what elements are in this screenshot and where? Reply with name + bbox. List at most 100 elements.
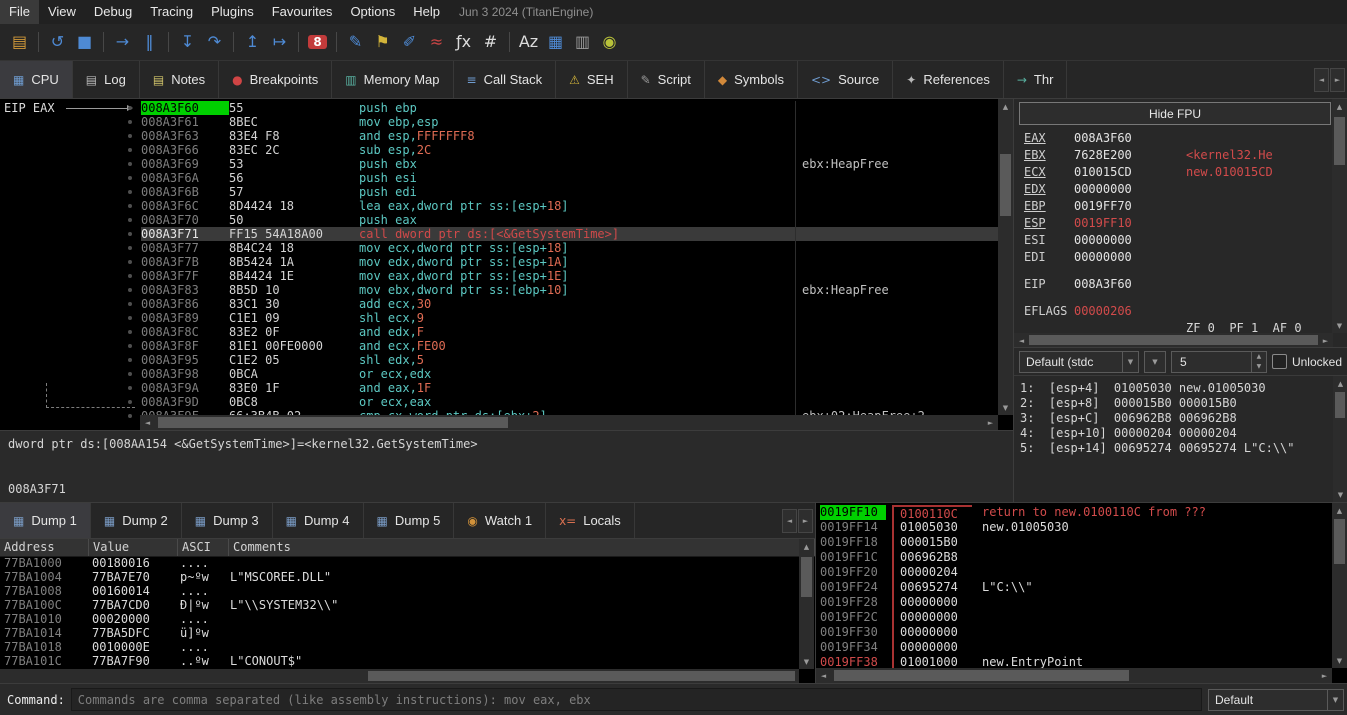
scroll-left-icon[interactable] — [145, 419, 150, 427]
disasm-row[interactable]: 008A3F77 8B4C24 18 mov ecx,dword ptr ss:… — [105, 241, 998, 255]
breakpoint-gutter-dot[interactable] — [105, 269, 141, 283]
register-row[interactable]: EBX 7628E200 <kernel32.He — [1024, 147, 1347, 164]
stack-row[interactable]: 0019FF10 0100110C return to new.0100110C… — [820, 505, 1332, 520]
tab-memory-map[interactable]: ▥ Memory Map — [332, 61, 453, 98]
stack-row[interactable]: 0019FF1C 006962B8 — [820, 550, 1332, 565]
tab-seh[interactable]: ⚠ SEH — [556, 61, 628, 98]
breakpoint-gutter-dot[interactable] — [105, 311, 141, 325]
tab-references[interactable]: ✦ References — [893, 61, 1004, 98]
argument-row[interactable]: 1: [esp+4] 01005030 new.01005030 — [1020, 381, 1347, 396]
open-file-icon[interactable]: ▤ — [6, 29, 33, 55]
dump-row[interactable]: 77BA101C 77BA7F90 ..ºw L"CONOUT$" — [0, 654, 799, 668]
register-row[interactable]: EDI 00000000 — [1024, 249, 1347, 266]
secondary-dropdown[interactable] — [1144, 351, 1166, 373]
disasm-row[interactable]: 008A3F9D 0BC8 or ecx,eax — [105, 395, 998, 409]
tab-watch-1[interactable]: ◉ Watch 1 — [454, 503, 546, 538]
stack-pane[interactable]: 0019FF10 0100110C return to new.0100110C… — [816, 503, 1347, 683]
menu-item[interactable]: File — [0, 0, 39, 24]
argument-count-spinner[interactable]: 5 — [1171, 351, 1267, 373]
disasm-row[interactable]: 008A3F61 8BEC mov ebp,esp — [105, 115, 998, 129]
breakpoint-gutter-dot[interactable] — [105, 241, 141, 255]
command-input[interactable] — [71, 688, 1202, 711]
menu-item[interactable]: View — [39, 0, 85, 24]
tab-dump-2[interactable]: ▦ Dump 2 — [91, 503, 182, 538]
breakpoint-gutter-dot[interactable] — [105, 129, 141, 143]
disasm-row[interactable]: 008A3F69 53 push ebx ebx:HeapFree — [105, 157, 998, 171]
scroll-up-icon[interactable] — [1337, 103, 1342, 111]
tab-breakpoints[interactable]: ● Breakpoints — [219, 61, 332, 98]
breakpoint-gutter-dot[interactable] — [105, 213, 141, 227]
breakpoint-gutter-dot[interactable] — [105, 255, 141, 269]
stack-row[interactable]: 0019FF34 00000000 — [820, 640, 1332, 655]
disasm-row[interactable]: 008A3F9A 83E0 1F and eax,1F — [105, 381, 998, 395]
breakpoint-gutter-dot[interactable] — [105, 395, 141, 409]
scroll-up-icon[interactable] — [1003, 103, 1008, 111]
disasm-row[interactable]: 008A3F89 C1E1 09 shl ecx,9 — [105, 311, 998, 325]
breakpoint-gutter-dot[interactable] — [105, 367, 141, 381]
breakpoint-gutter-dot[interactable] — [105, 381, 141, 395]
register-row[interactable] — [1024, 266, 1347, 276]
restart-icon[interactable]: ↺ — [44, 29, 71, 55]
scroll-down-icon[interactable] — [804, 658, 809, 666]
disasm-row[interactable]: 008A3F8C 83E2 0F and edx,F — [105, 325, 998, 339]
dump-vertical-scrollbar[interactable] — [799, 539, 814, 669]
command-profile-dropdown[interactable]: Default — [1208, 689, 1344, 711]
breakpoint-gutter-dot[interactable] — [105, 143, 141, 157]
tab-dump-1[interactable]: ▦ Dump 1 — [0, 503, 91, 538]
scroll-right-icon[interactable] — [798, 509, 813, 533]
scroll-left-icon[interactable] — [782, 509, 797, 533]
breakpoint-gutter-dot[interactable] — [105, 101, 141, 115]
register-row[interactable]: ESP 0019FF10 — [1024, 215, 1347, 232]
scroll-left-icon[interactable] — [1314, 68, 1329, 92]
int3-breakpoint-icon[interactable]: 8 — [304, 29, 331, 55]
tab-script[interactable]: ✎ Script — [628, 61, 705, 98]
favourites-icon[interactable]: ◉ — [596, 29, 623, 55]
scrollbar-thumb[interactable] — [834, 670, 1129, 681]
scroll-left-icon[interactable] — [1019, 337, 1024, 345]
spin-down-icon[interactable] — [1252, 362, 1266, 372]
assemble-icon[interactable]: ✎ — [342, 29, 369, 55]
spin-up-icon[interactable] — [1252, 352, 1266, 362]
pause-icon[interactable]: ‖ — [136, 29, 163, 55]
disasm-row[interactable]: 008A3F95 C1E2 05 shl edx,5 — [105, 353, 998, 367]
scroll-right-icon[interactable] — [1322, 672, 1327, 680]
disassembly-pane[interactable]: EIP EAX 008A3F60 55 push ebp — [0, 99, 1013, 430]
dump-horizontal-scrollbar[interactable] — [0, 669, 799, 683]
dump-row[interactable]: 77BA1000 00180016 .... — [0, 556, 799, 570]
register-row[interactable] — [1024, 293, 1347, 303]
tab-source[interactable]: <> Source — [798, 61, 893, 98]
scroll-down-icon[interactable] — [1337, 657, 1342, 665]
scroll-up-icon[interactable] — [804, 543, 809, 551]
tab-call-stack[interactable]: ≡ Call Stack — [454, 61, 557, 98]
scrollbar-thumb[interactable] — [1334, 519, 1345, 564]
register-row[interactable]: EDX 00000000 — [1024, 181, 1347, 198]
breakpoint-gutter-dot[interactable] — [105, 325, 141, 339]
tab-locals[interactable]: x= Locals — [546, 503, 635, 538]
breakpoint-gutter-dot[interactable] — [105, 297, 141, 311]
dump-row[interactable]: 77BA100C 77BA7CD0 Ð|ºw L"\\SYSTEM32\\" — [0, 598, 799, 612]
scroll-up-icon[interactable] — [1338, 380, 1343, 388]
stack-row[interactable]: 0019FF14 01005030 new.01005030 — [820, 520, 1332, 535]
settings-icon[interactable]: ▦ — [542, 29, 569, 55]
breakpoint-gutter-dot[interactable] — [105, 157, 141, 171]
step-into-icon[interactable]: ↧ — [174, 29, 201, 55]
scroll-right-icon[interactable] — [1323, 337, 1328, 345]
dump-row[interactable]: 77BA1014 77BA5DFC ü]ºw — [0, 626, 799, 640]
unlocked-checkbox[interactable] — [1272, 354, 1287, 369]
argument-row[interactable]: 3: [esp+C] 006962B8 006962B8 — [1020, 411, 1347, 426]
stack-row[interactable]: 0019FF28 00000000 — [820, 595, 1332, 610]
register-row[interactable]: ESI 00000000 — [1024, 232, 1347, 249]
argument-row[interactable]: 4: [esp+10] 00000204 00000204 — [1020, 426, 1347, 441]
execute-till-return-icon[interactable]: ↥ — [239, 29, 266, 55]
disasm-row[interactable]: 008A3F60 55 push ebp — [105, 101, 998, 115]
patches-icon[interactable]: ✐ — [396, 29, 423, 55]
disasm-row[interactable]: 008A3F83 8B5D 10 mov ebx,dword ptr ss:[e… — [105, 283, 998, 297]
breakpoint-gutter-dot[interactable] — [105, 171, 141, 185]
breakpoint-gutter-dot[interactable] — [105, 199, 141, 213]
menu-item[interactable]: Options — [341, 0, 404, 24]
tab-notes[interactable]: ▤ Notes — [140, 61, 219, 98]
stack-row[interactable]: 0019FF20 00000204 — [820, 565, 1332, 580]
menu-item[interactable]: Favourites — [263, 0, 342, 24]
argument-row[interactable]: 5: [esp+14] 00695274 00695274 L"C:\\" — [1020, 441, 1347, 456]
stack-row[interactable]: 0019FF2C 00000000 — [820, 610, 1332, 625]
